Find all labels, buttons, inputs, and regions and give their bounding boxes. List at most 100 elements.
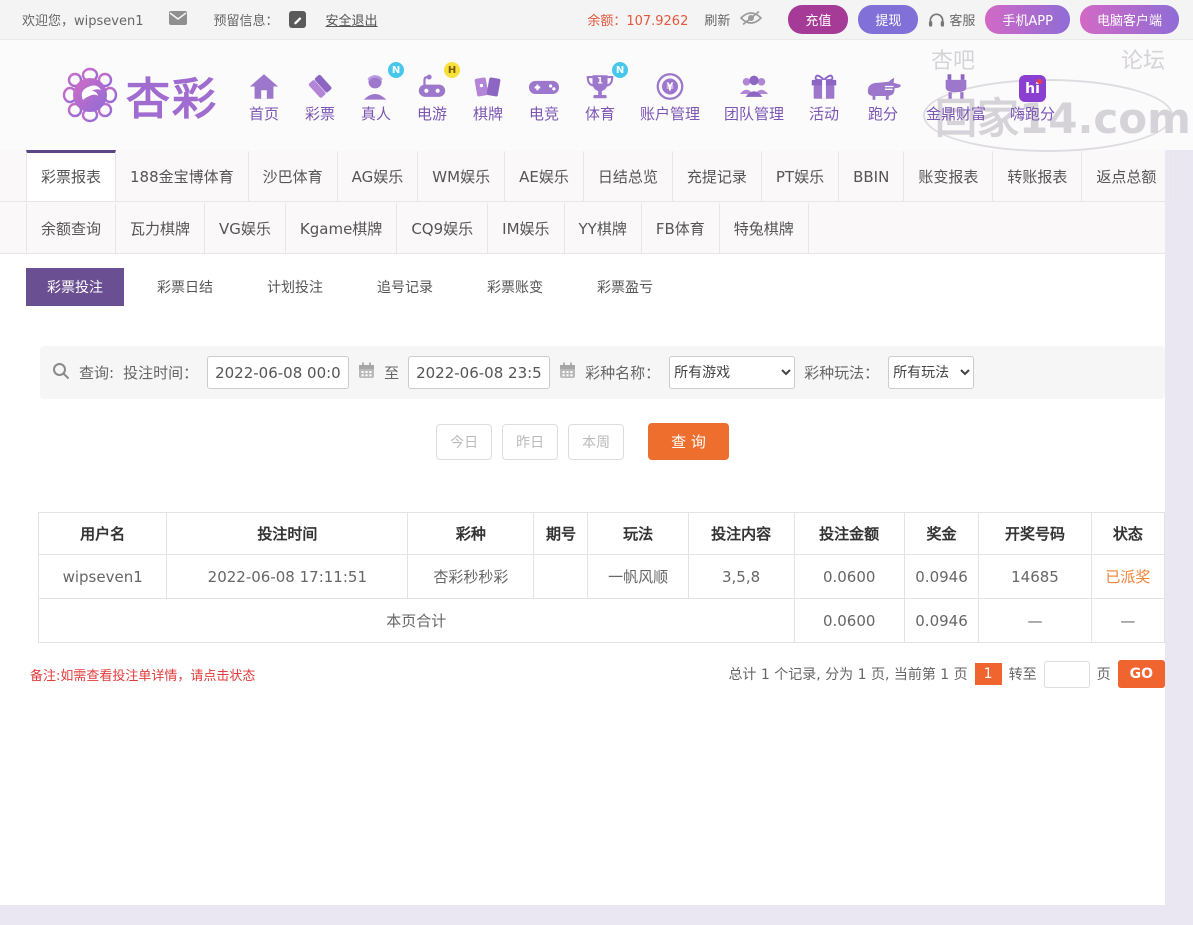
tab-saba-sports[interactable]: 沙巴体育	[249, 150, 338, 201]
time-to-input[interactable]	[408, 356, 550, 389]
nav-item-jinding-wealth[interactable]: 金鼎财富	[914, 66, 998, 124]
this-week-button[interactable]: 本周	[568, 424, 624, 460]
nav-item-hi-paofen[interactable]: hi 嗨跑分	[998, 66, 1067, 124]
trophy-icon: 1 N	[584, 66, 616, 102]
summary-status-dash: —	[1091, 599, 1164, 643]
search-button[interactable]: 查 询	[648, 423, 729, 460]
cell-draw-number: 14685	[979, 555, 1092, 599]
report-tabs-row-2: 余额查询 瓦力棋牌 VG娱乐 Kgame棋牌 CQ9娱乐 IM娱乐 YY棋牌 F…	[0, 202, 1165, 254]
filter-panel: 查询: 投注时间： 至 彩种名称： 所有游戏 彩种玩法： 所有玩法	[40, 346, 1165, 399]
col-draw-number: 开奖号码	[979, 513, 1092, 555]
pagination: 总计 1 个记录, 分为 1 页, 当前第 1 页 1 转至 页 GO	[728, 660, 1165, 688]
esports-gamepad-icon	[528, 66, 560, 102]
goto-label: 转至	[1009, 664, 1037, 684]
tab-ag[interactable]: AG娱乐	[338, 150, 419, 201]
tab-bbin[interactable]: BBIN	[839, 150, 904, 201]
tab-cq9[interactable]: CQ9娱乐	[397, 202, 488, 253]
subtab-chase-record[interactable]: 追号记录	[356, 268, 454, 306]
svg-text:¥: ¥	[666, 81, 674, 93]
summary-label: 本页合计	[39, 599, 795, 643]
lottery-subtabs: 彩票投注 彩票日结 计划投注 追号记录 彩票账变 彩票盈亏	[0, 254, 1165, 306]
nav-item-promotions[interactable]: 活动	[796, 66, 852, 124]
tab-tetu[interactable]: 特兔棋牌	[720, 202, 809, 253]
today-button[interactable]: 今日	[436, 424, 492, 460]
subtab-plan-bets[interactable]: 计划投注	[246, 268, 344, 306]
tab-yy[interactable]: YY棋牌	[565, 202, 642, 253]
bet-time-label: 投注时间：	[123, 362, 198, 383]
summary-row: 本页合计 0.0600 0.0946 — —	[39, 599, 1165, 643]
gift-icon	[808, 66, 840, 102]
live-person-icon: N	[360, 66, 392, 102]
customer-service-button[interactable]: 客服	[928, 10, 975, 29]
cell-issue	[534, 555, 588, 599]
site-logo[interactable]: 杏彩	[62, 63, 218, 127]
nav-item-paofen[interactable]: 跑分	[852, 66, 914, 124]
tab-deposit-withdraw-record[interactable]: 充提记录	[673, 150, 762, 201]
eye-off-icon[interactable]	[740, 10, 762, 30]
home-icon	[248, 66, 280, 102]
recharge-button[interactable]: 充值	[788, 5, 848, 34]
current-page-badge[interactable]: 1	[975, 663, 1002, 685]
tab-balance-query[interactable]: 余额查询	[26, 202, 116, 253]
mobile-app-button[interactable]: 手机APP	[985, 5, 1070, 34]
logout-link[interactable]: 安全退出	[326, 10, 378, 29]
play-type-select[interactable]: 所有玩法	[888, 356, 974, 389]
nav-item-board-games[interactable]: 棋牌	[460, 66, 516, 124]
goto-page-input[interactable]	[1044, 661, 1090, 688]
nav-item-lottery[interactable]: 彩票	[292, 66, 348, 124]
tab-188-sports[interactable]: 188金宝博体育	[116, 150, 249, 201]
refresh-link[interactable]: 刷新	[704, 10, 730, 29]
edit-reserved-info-button[interactable]	[289, 11, 306, 28]
report-tabs-row-1: 彩票报表 188金宝博体育 沙巴体育 AG娱乐 WM娱乐 AE娱乐 日结总览 充…	[0, 150, 1165, 202]
tab-lottery-report[interactable]: 彩票报表	[26, 150, 116, 201]
tab-kgame[interactable]: Kgame棋牌	[286, 202, 397, 253]
table-row: wipseven1 2022-06-08 17:11:51 杏彩秒秒彩 一帆风顺…	[39, 555, 1165, 599]
subtab-lottery-profit-loss[interactable]: 彩票盈亏	[576, 268, 674, 306]
tab-wali[interactable]: 瓦力棋牌	[116, 202, 205, 253]
subtab-lottery-bets[interactable]: 彩票投注	[26, 268, 124, 306]
summary-prize: 0.0946	[904, 599, 978, 643]
tab-account-change-report[interactable]: 账变报表	[904, 150, 993, 201]
time-from-input[interactable]	[207, 356, 349, 389]
subtab-lottery-daily[interactable]: 彩票日结	[136, 268, 234, 306]
pc-client-button[interactable]: 电脑客户端	[1080, 5, 1179, 34]
tab-ae[interactable]: AE娱乐	[505, 150, 584, 201]
tab-im[interactable]: IM娱乐	[488, 202, 564, 253]
col-bet-amount: 投注金额	[794, 513, 904, 555]
withdraw-button[interactable]: 提现	[858, 5, 918, 34]
message-envelope-icon[interactable]	[169, 11, 187, 29]
tab-transfer-report[interactable]: 转账报表	[993, 150, 1082, 201]
rhino-icon	[864, 66, 902, 102]
calendar-icon[interactable]	[559, 362, 576, 383]
search-icon	[52, 362, 70, 384]
yesterday-button[interactable]: 昨日	[502, 424, 558, 460]
tab-vg[interactable]: VG娱乐	[205, 202, 286, 253]
go-button[interactable]: GO	[1118, 660, 1165, 688]
watermark-right: 论坛	[1121, 43, 1165, 75]
nav-item-sports[interactable]: 1 N 体育	[572, 66, 628, 124]
tab-wm[interactable]: WM娱乐	[418, 150, 505, 201]
subtab-lottery-account-change[interactable]: 彩票账变	[466, 268, 564, 306]
calendar-icon[interactable]	[358, 362, 375, 383]
nav-item-account-management[interactable]: ¥ 账户管理	[628, 66, 712, 124]
nav-item-home[interactable]: 首页	[236, 66, 292, 124]
lottery-name-select[interactable]: 所有游戏	[669, 356, 795, 389]
nav-item-egames[interactable]: H 电游	[404, 66, 460, 124]
nav-item-team-management[interactable]: 团队管理	[712, 66, 796, 124]
nav-item-live-casino[interactable]: N 真人	[348, 66, 404, 124]
new-badge: N	[388, 62, 404, 78]
pencil-icon	[292, 14, 303, 25]
team-icon	[738, 66, 770, 102]
col-status: 状态	[1091, 513, 1164, 555]
main-content: 彩票报表 188金宝博体育 沙巴体育 AG娱乐 WM娱乐 AE娱乐 日结总览 充…	[0, 150, 1165, 905]
nav-item-esports[interactable]: 电竞	[516, 66, 572, 124]
tab-rebate-total[interactable]: 返点总额	[1082, 150, 1171, 201]
summary-draw-dash: —	[979, 599, 1092, 643]
status-link[interactable]: 已派奖	[1105, 568, 1150, 586]
tab-pt[interactable]: PT娱乐	[762, 150, 839, 201]
tab-daily-overview[interactable]: 日结总览	[584, 150, 673, 201]
site-header: 杏吧 论坛 回家14.com 杏彩 首页	[0, 40, 1193, 150]
col-bet-content: 投注内容	[688, 513, 794, 555]
tab-fb-sports[interactable]: FB体育	[642, 202, 720, 253]
yuan-coin-icon: ¥	[654, 66, 686, 102]
